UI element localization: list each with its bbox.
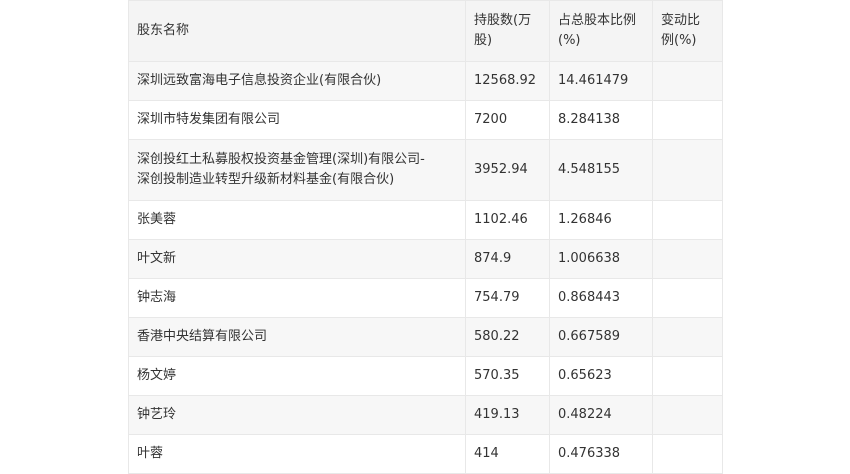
shares-held: 7200 [465, 100, 550, 140]
share-percentage: 0.65623 [549, 356, 653, 396]
shareholders-table: 股东名称 持股数(万 股) 占总股本比例 (%) 变动比 例(%) 深圳远致富海… [128, 0, 723, 474]
change-ratio [652, 317, 723, 357]
table-row: 深圳远致富海电子信息投资企业(有限合伙) 12568.92 14.461479 [128, 61, 723, 101]
share-percentage: 0.48224 [549, 395, 653, 435]
share-percentage: 0.868443 [549, 278, 653, 318]
shares-held: 570.35 [465, 356, 550, 396]
table-row: 钟志海 754.79 0.868443 [128, 278, 723, 318]
table-row: 深圳市特发集团有限公司 7200 8.284138 [128, 100, 723, 140]
shares-held: 12568.92 [465, 61, 550, 101]
shareholder-name: 深圳市特发集团有限公司 [128, 100, 466, 140]
share-percentage: 14.461479 [549, 61, 653, 101]
change-ratio [652, 434, 723, 474]
share-percentage: 8.284138 [549, 100, 653, 140]
share-percentage: 0.476338 [549, 434, 653, 474]
shares-held: 419.13 [465, 395, 550, 435]
header-change-ratio: 变动比 例(%) [652, 0, 723, 62]
shares-held: 874.9 [465, 239, 550, 279]
table-row: 香港中央结算有限公司 580.22 0.667589 [128, 317, 723, 357]
shareholder-name: 叶蓉 [128, 434, 466, 474]
shareholder-name: 钟艺玲 [128, 395, 466, 435]
change-ratio [652, 139, 723, 201]
shares-held: 580.22 [465, 317, 550, 357]
change-ratio [652, 61, 723, 101]
shareholder-name: 张美蓉 [128, 200, 466, 240]
shareholder-name: 深圳远致富海电子信息投资企业(有限合伙) [128, 61, 466, 101]
table-row: 叶蓉 414 0.476338 [128, 434, 723, 474]
change-ratio [652, 278, 723, 318]
change-ratio [652, 356, 723, 396]
share-percentage: 4.548155 [549, 139, 653, 201]
shareholder-name: 钟志海 [128, 278, 466, 318]
shares-held: 754.79 [465, 278, 550, 318]
share-percentage: 1.006638 [549, 239, 653, 279]
table-row: 深创投红土私募股权投资基金管理(深圳)有限公司- 深创投制造业转型升级新材料基金… [128, 139, 723, 201]
table-row: 叶文新 874.9 1.006638 [128, 239, 723, 279]
header-shares-held: 持股数(万 股) [465, 0, 550, 62]
table-row: 张美蓉 1102.46 1.26846 [128, 200, 723, 240]
shares-held: 414 [465, 434, 550, 474]
shareholder-name: 深创投红土私募股权投资基金管理(深圳)有限公司- 深创投制造业转型升级新材料基金… [128, 139, 466, 201]
change-ratio [652, 100, 723, 140]
header-share-percentage: 占总股本比例 (%) [549, 0, 653, 62]
shareholder-name: 叶文新 [128, 239, 466, 279]
change-ratio [652, 395, 723, 435]
share-percentage: 0.667589 [549, 317, 653, 357]
table-row: 杨文婷 570.35 0.65623 [128, 356, 723, 396]
shareholder-name: 杨文婷 [128, 356, 466, 396]
change-ratio [652, 239, 723, 279]
header-shareholder-name: 股东名称 [128, 0, 466, 62]
share-percentage: 1.26846 [549, 200, 653, 240]
shareholder-name: 香港中央结算有限公司 [128, 317, 466, 357]
table-header-row: 股东名称 持股数(万 股) 占总股本比例 (%) 变动比 例(%) [128, 0, 723, 62]
change-ratio [652, 200, 723, 240]
table-row: 钟艺玲 419.13 0.48224 [128, 395, 723, 435]
shares-held: 1102.46 [465, 200, 550, 240]
shares-held: 3952.94 [465, 139, 550, 201]
